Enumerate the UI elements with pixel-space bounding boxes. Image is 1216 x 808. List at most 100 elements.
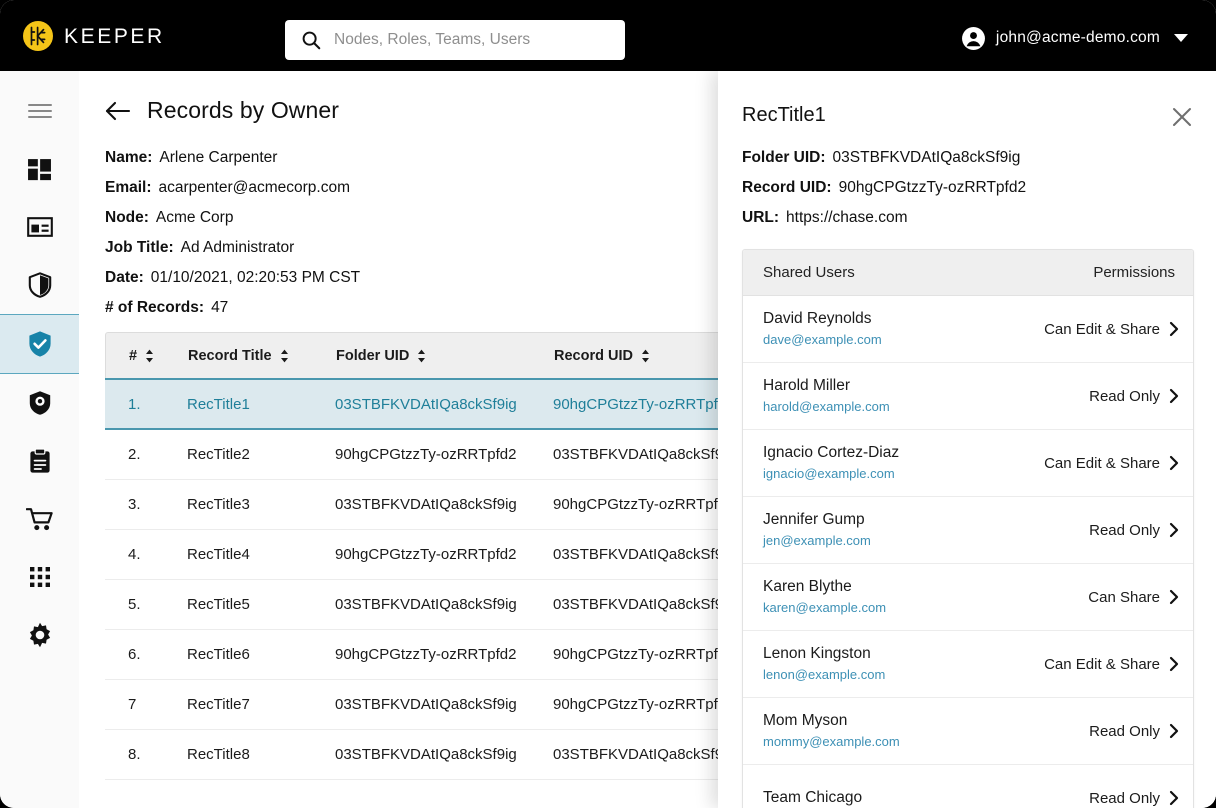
close-icon[interactable] bbox=[1168, 103, 1196, 131]
permission-label: Read Only bbox=[1089, 387, 1160, 405]
sidebar-item-dashboard[interactable] bbox=[0, 140, 79, 198]
shared-user-name: Lenon Kingston bbox=[763, 645, 871, 662]
shared-user-row[interactable]: Jennifer Gump jen@example.com Read Only bbox=[743, 497, 1193, 564]
sidebar-item-store[interactable] bbox=[0, 490, 79, 548]
cell-num: 6. bbox=[128, 646, 141, 663]
keeper-logo[interactable]: KEEPER bbox=[22, 20, 165, 52]
shared-user-permission-control[interactable]: Can Edit & Share bbox=[1044, 321, 1179, 338]
shared-user-name: Harold Miller bbox=[763, 377, 850, 394]
chevron-right-icon[interactable] bbox=[1169, 589, 1179, 605]
owner-detail-list: Name: Arlene Carpenter Email: acarpenter@ac… bbox=[105, 149, 360, 329]
cell-title: RecTitle5 bbox=[187, 596, 250, 613]
shared-user-row[interactable]: Karen Blythe karen@example.com Can Share bbox=[743, 564, 1193, 631]
gear-icon bbox=[29, 622, 50, 648]
cell-num: 2. bbox=[128, 446, 141, 463]
shared-user-row[interactable]: Lenon Kingston lenon@example.com Can Edit … bbox=[743, 631, 1193, 698]
brand-name: KEEPER bbox=[64, 25, 165, 48]
sidebar-item-menu[interactable] bbox=[0, 82, 79, 140]
shared-user-email[interactable]: lenon@example.com bbox=[763, 665, 885, 684]
column-header-title[interactable]: Record Title bbox=[188, 348, 336, 364]
detail-row: # of Records: 47 bbox=[105, 299, 360, 317]
sidebar-item-reporting[interactable] bbox=[0, 432, 79, 490]
chevron-down-icon[interactable] bbox=[1174, 34, 1188, 42]
chevron-right-icon[interactable] bbox=[1169, 790, 1179, 806]
shared-user-permission-control[interactable]: Can Edit & Share bbox=[1044, 656, 1179, 673]
account-circle-icon bbox=[961, 26, 985, 50]
chevron-right-icon[interactable] bbox=[1169, 455, 1179, 471]
sidebar-item-compliance[interactable] bbox=[0, 374, 79, 432]
detail-label: Node: bbox=[105, 209, 149, 226]
detail-row: Email: acarpenter@acmecorp.com bbox=[105, 179, 360, 197]
shared-user-email[interactable]: mommy@example.com bbox=[763, 732, 900, 751]
user-account-menu[interactable]: john@acme-demo.com bbox=[961, 22, 1188, 54]
shared-user-email[interactable]: karen@example.com bbox=[763, 598, 886, 617]
shared-user-row[interactable]: Team Chicago Read Only bbox=[743, 765, 1193, 808]
shared-user-row[interactable]: Ignacio Cortez-Diaz ignacio@example.com Ca… bbox=[743, 430, 1193, 497]
shared-user-permission-control[interactable]: Read Only bbox=[1089, 723, 1179, 740]
detail-row: Date: 01/10/2021, 02:20:53 PM CST bbox=[105, 269, 360, 287]
detail-row: Folder UID: 03STBFKVDAtIQa8ckSf9ig bbox=[742, 149, 1026, 167]
shared-user-row[interactable]: Mom Myson mommy@example.com Read Only bbox=[743, 698, 1193, 765]
detail-label: Name: bbox=[105, 149, 153, 166]
sidebar-item-apps[interactable] bbox=[0, 548, 79, 606]
column-header-label: Record Title bbox=[188, 347, 272, 364]
shared-user-row[interactable]: David Reynolds dave@example.com Can Edit &… bbox=[743, 296, 1193, 363]
chevron-right-icon[interactable] bbox=[1169, 388, 1179, 404]
sidebar-item-panels[interactable] bbox=[0, 198, 79, 256]
sidebar-item-admin[interactable] bbox=[0, 256, 79, 314]
shopping-cart-icon bbox=[25, 507, 53, 530]
detail-row: Job Title: Ad Administrator bbox=[105, 239, 360, 257]
column-header-num[interactable]: # bbox=[106, 348, 188, 364]
user-email-label: john@acme-demo.com bbox=[995, 29, 1160, 46]
chevron-right-icon[interactable] bbox=[1169, 321, 1179, 337]
sort-arrows-icon[interactable] bbox=[417, 349, 426, 363]
chevron-right-icon[interactable] bbox=[1169, 656, 1179, 672]
cell-num: 7 bbox=[128, 696, 137, 713]
arrow-left-icon[interactable] bbox=[105, 100, 131, 122]
shared-user-row[interactable]: Harold Miller harold@example.com Read Only bbox=[743, 363, 1193, 430]
sort-arrows-icon[interactable] bbox=[280, 349, 289, 363]
shared-user-email[interactable]: dave@example.com bbox=[763, 330, 882, 349]
permission-label: Can Edit & Share bbox=[1044, 454, 1160, 472]
shared-user-name: Mom Myson bbox=[763, 712, 848, 729]
sort-arrows-icon[interactable] bbox=[641, 349, 650, 363]
chevron-right-icon[interactable] bbox=[1169, 522, 1179, 538]
shared-users-list: David Reynolds dave@example.com Can Edit &… bbox=[743, 296, 1193, 808]
column-header-folder[interactable]: Folder UID bbox=[336, 348, 554, 364]
detail-label: Job Title: bbox=[105, 239, 174, 256]
sort-arrows-icon[interactable] bbox=[145, 349, 154, 363]
sidebar-item-records[interactable] bbox=[0, 314, 79, 374]
hamburger-menu-icon bbox=[27, 104, 52, 118]
cell-folder: 03STBFKVDAtIQa8ckSf9ig bbox=[335, 496, 517, 513]
global-search[interactable] bbox=[285, 20, 625, 60]
shared-user-permission-control[interactable]: Read Only bbox=[1089, 388, 1179, 405]
shared-user-permission-control[interactable]: Read Only bbox=[1089, 790, 1179, 807]
search-input[interactable] bbox=[322, 20, 625, 60]
shield-check-icon bbox=[28, 331, 51, 357]
cell-folder: 03STBFKVDAtIQa8ckSf9ig bbox=[335, 596, 517, 613]
detail-row: URL: https://chase.com bbox=[742, 209, 1026, 227]
shared-user-email[interactable]: jen@example.com bbox=[763, 531, 871, 550]
detail-value: Ad Administrator bbox=[180, 239, 295, 256]
shared-user-permission-control[interactable]: Can Edit & Share bbox=[1044, 455, 1179, 472]
sidebar-item-settings[interactable] bbox=[0, 606, 79, 664]
cell-title: RecTitle3 bbox=[187, 496, 250, 513]
cell-title: RecTitle8 bbox=[187, 746, 250, 763]
shared-user-email[interactable]: ignacio@example.com bbox=[763, 464, 899, 483]
chevron-right-icon[interactable] bbox=[1169, 723, 1179, 739]
cell-num: 3. bbox=[128, 496, 141, 513]
shared-user-permission-control[interactable]: Read Only bbox=[1089, 522, 1179, 539]
detail-label: Folder UID: bbox=[742, 149, 826, 166]
clipboard-icon bbox=[29, 448, 50, 473]
dashboard-grid-icon bbox=[28, 158, 51, 180]
shared-user-email[interactable]: harold@example.com bbox=[763, 397, 890, 416]
permission-label: Read Only bbox=[1089, 722, 1160, 740]
left-icon-sidebar bbox=[0, 71, 80, 808]
detail-value: 90hgCPGtzzTy-ozRRTpfd2 bbox=[838, 179, 1027, 196]
cell-num: 5. bbox=[128, 596, 141, 613]
shared-user-permission-control[interactable]: Can Share bbox=[1088, 589, 1179, 606]
shared-user-identity: Karen Blythe karen@example.com bbox=[763, 577, 886, 617]
detail-label: Date: bbox=[105, 269, 144, 286]
permissions-label: Permissions bbox=[1093, 264, 1175, 281]
detail-value: 01/10/2021, 02:20:53 PM CST bbox=[150, 269, 361, 286]
